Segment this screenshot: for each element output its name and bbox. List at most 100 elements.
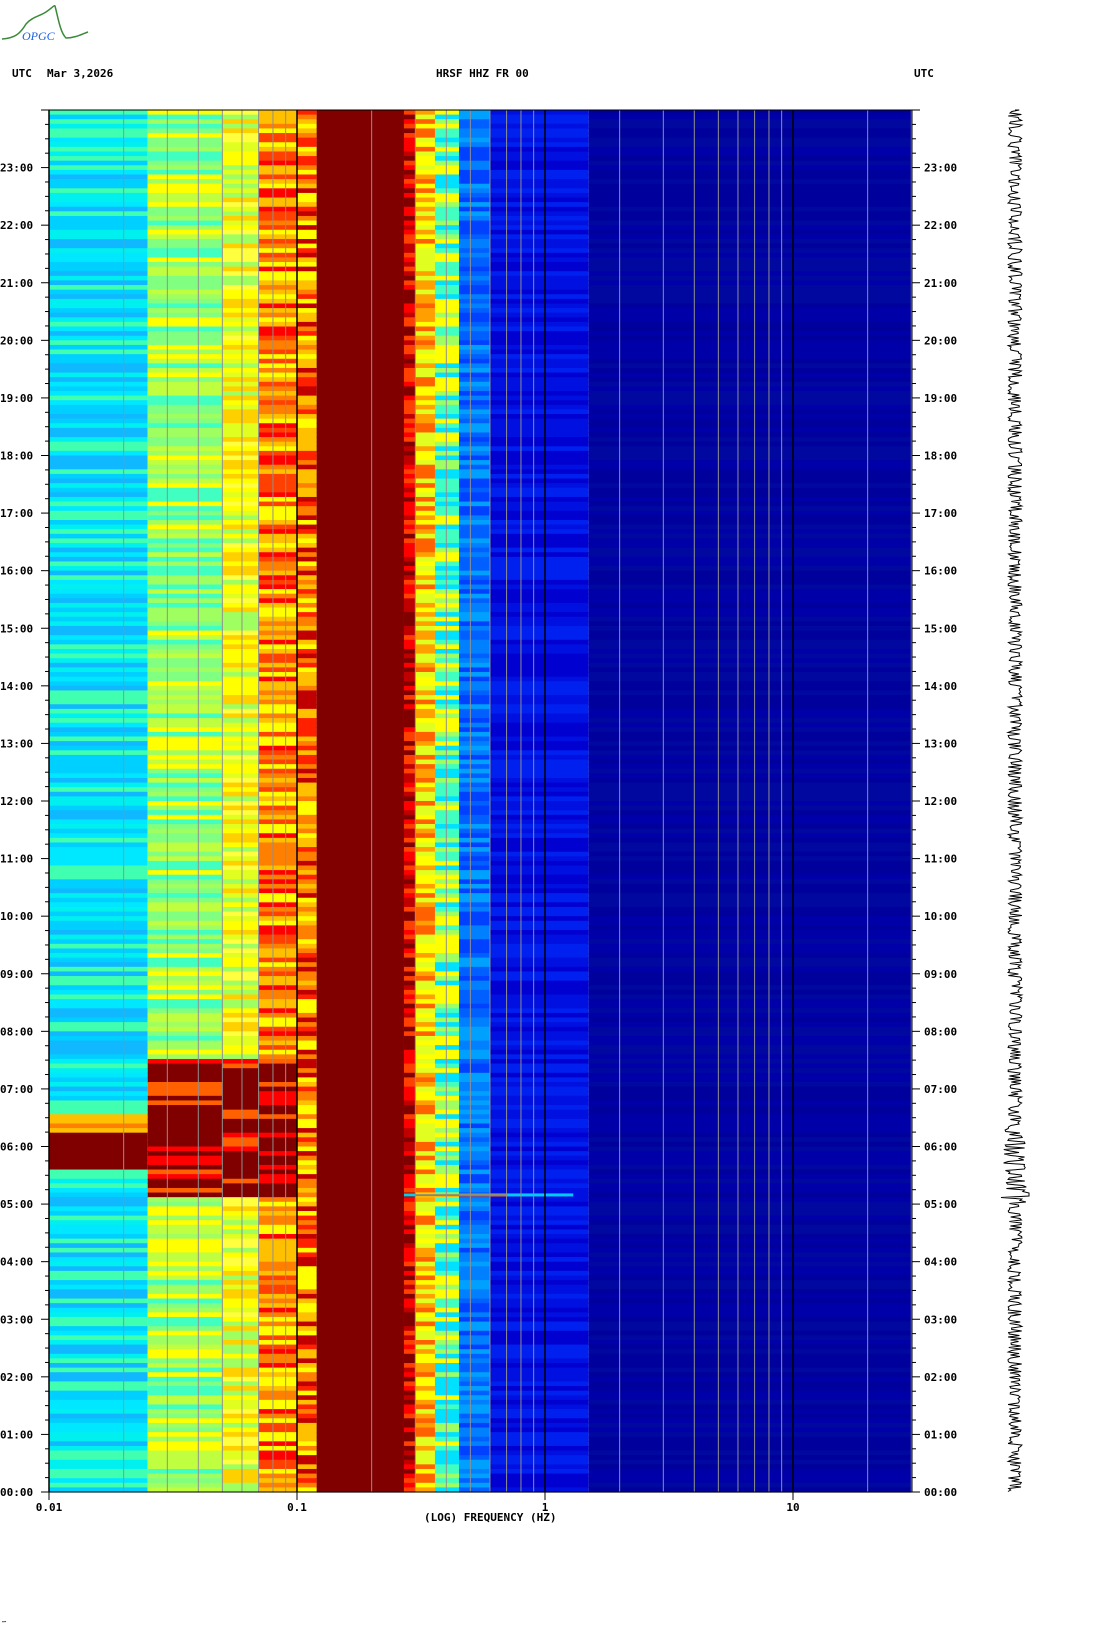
spectrogram-cell (415, 128, 435, 134)
spectrogram-cell (403, 828, 416, 834)
spectrogram-cell (458, 1335, 490, 1341)
spectrogram-cell (222, 764, 259, 770)
spectrogram-cell (458, 612, 490, 618)
spectrogram-cell (147, 1068, 223, 1074)
spectrogram-cell (434, 547, 459, 553)
spectrogram-cell (258, 589, 297, 595)
spectrogram-cell (489, 174, 589, 180)
spectrogram-cell (49, 570, 148, 576)
spectrogram-cell (415, 1261, 435, 1267)
spectrogram-cell (434, 1303, 459, 1309)
spectrogram-cell (258, 837, 297, 844)
spectrogram-cell (458, 432, 490, 438)
spectrogram-cell (147, 819, 223, 825)
spectrogram-cell (297, 358, 317, 364)
spectrogram-cell (458, 1409, 490, 1415)
spectrogram-cell (403, 847, 416, 853)
spectrogram-cell (147, 883, 223, 890)
spectrogram-cell (489, 483, 589, 489)
spectrogram-cell (258, 1137, 297, 1143)
spectrogram-cell (403, 1022, 416, 1028)
spectrogram-cell (316, 377, 404, 383)
spectrogram-cell (316, 856, 404, 862)
spectrogram-cell (258, 1114, 297, 1120)
spectrogram-cell (258, 810, 297, 816)
spectrogram-cell (49, 446, 148, 452)
spectrogram-cell (588, 133, 912, 139)
spectrogram-cell (415, 1082, 435, 1088)
spectrogram-cell (49, 1086, 148, 1092)
spectrogram-cell (489, 1468, 589, 1475)
spectrogram-cell (588, 1146, 912, 1152)
spectrogram-cell (49, 1137, 148, 1143)
spectrogram-cell (258, 1312, 297, 1318)
spectrogram-cell (489, 1445, 589, 1452)
spectrogram-cell (147, 1210, 223, 1217)
spectrogram-cell (258, 1427, 297, 1433)
spectrogram-cell (147, 1229, 223, 1235)
spectrogram-cell (489, 1063, 589, 1069)
spectrogram-cell (258, 1229, 297, 1235)
spectrogram-cell (258, 1178, 297, 1184)
spectrogram-cell (434, 367, 459, 374)
spectrogram-cell (147, 814, 223, 821)
spectrogram-cell (316, 1404, 404, 1410)
spectrogram-cell (415, 754, 435, 761)
spectrogram-cell (489, 114, 589, 120)
spectrogram-cell (147, 1473, 223, 1479)
spectrogram-cell (222, 248, 259, 254)
spectrogram-cell (49, 1054, 148, 1060)
spectrogram-cell (297, 326, 317, 332)
spectrogram-cell (434, 805, 459, 811)
spectrogram-cell (297, 1386, 317, 1392)
spectrogram-cell (258, 543, 297, 549)
spectrogram-cell (316, 1206, 404, 1212)
spectrogram-cell (458, 510, 490, 516)
spectrogram-cell (458, 708, 490, 715)
spectrogram-cell (489, 294, 589, 300)
spectrogram-cell (222, 1247, 259, 1254)
spectrogram-cell (489, 847, 589, 853)
spectrogram-cell (297, 566, 317, 572)
spectrogram-cell (147, 1114, 223, 1120)
spectrogram-cell (403, 450, 416, 457)
spectrogram-cell (222, 782, 259, 788)
spectrogram-cell (297, 579, 317, 586)
spectrogram-cell (316, 1026, 404, 1032)
spectrogram-cell (588, 745, 912, 751)
spectrogram-cell (489, 432, 589, 438)
spectrogram-cell (434, 1413, 459, 1419)
spectrogram-cell (489, 234, 589, 240)
spectrogram-cell (258, 160, 297, 166)
spectrogram-cell (297, 607, 317, 613)
spectrogram-cell (434, 1049, 459, 1055)
spectrogram-cell (49, 994, 148, 1000)
spectrogram-cell (258, 1473, 297, 1479)
spectrogram-cell (297, 225, 317, 231)
spectrogram-cell (434, 344, 459, 351)
spectrogram-cell (489, 796, 589, 802)
spectrogram-cell (403, 1252, 416, 1258)
spectrogram-cell (489, 165, 589, 171)
spectrogram-cell (588, 1316, 912, 1323)
spectrogram-cell (147, 837, 223, 844)
spectrogram-cell (458, 1427, 490, 1433)
spectrogram-cell (49, 814, 148, 821)
spectrogram-cell (316, 1215, 404, 1221)
spectrogram-cell (147, 648, 223, 655)
spectrogram-cell (258, 418, 297, 424)
spectrogram-cell (403, 220, 416, 226)
spectrogram-cell (434, 1422, 459, 1429)
spectrogram-cell (489, 460, 589, 466)
spectrogram-cell (415, 727, 435, 733)
spectrogram-cell (222, 119, 259, 125)
spectrogram-cell (489, 1390, 589, 1396)
spectrogram-cell (415, 1363, 435, 1369)
spectrogram-cell (489, 381, 589, 387)
spectrogram-cell (316, 197, 404, 203)
spectrogram-cell (316, 708, 404, 715)
spectrogram-cell (258, 851, 297, 857)
spectrogram-cell (588, 902, 912, 908)
spectrogram-cell (403, 409, 416, 415)
spectrogram-cell (458, 934, 490, 940)
